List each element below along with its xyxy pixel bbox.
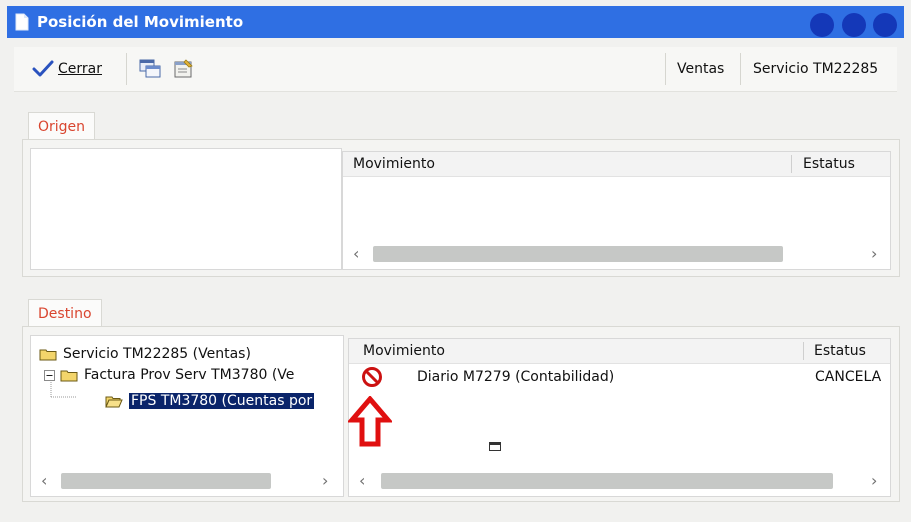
origin-list-hscrollbar[interactable]: ‹ ›	[351, 244, 881, 263]
tab-destination[interactable]: Destino	[28, 299, 102, 328]
folder-icon	[39, 349, 57, 360]
annotation-arrow-icon	[348, 396, 392, 447]
tree-item-label: Servicio TM22285 (Ventas)	[63, 346, 251, 362]
column-header-movement[interactable]: Movimiento	[363, 343, 445, 359]
scrollbar-thumb[interactable]	[373, 246, 783, 262]
checkmark-icon	[32, 60, 54, 77]
row-status: CANCELA	[815, 369, 882, 385]
origin-tree-panel[interactable]	[30, 148, 342, 270]
module-label: Ventas	[677, 61, 725, 77]
destination-list-header: Movimiento Estatus	[349, 339, 890, 364]
column-header-movement[interactable]: Movimiento	[353, 156, 435, 172]
cancelled-icon	[362, 367, 382, 387]
window-list-button[interactable]	[138, 55, 162, 83]
close-button-label: Cerrar	[58, 61, 102, 77]
tree-item-invoice[interactable]: Factura Prov Serv TM3780 (Ve	[44, 365, 294, 385]
tree-item-fps[interactable]: FPS TM3780 (Cuentas por	[105, 391, 316, 411]
scrollbar-thumb[interactable]	[381, 473, 833, 489]
column-separator	[803, 342, 804, 360]
window-title: Posición del Movimiento	[37, 13, 244, 31]
toolbar-separator	[126, 53, 127, 85]
open-folder-icon	[105, 396, 123, 407]
tree-item-label-selected: FPS TM3780 (Cuentas por	[127, 392, 316, 410]
scroll-right-icon[interactable]: ›	[871, 471, 877, 490]
destination-tree-hscrollbar[interactable]: ‹ ›	[39, 471, 335, 490]
reference-label: Servicio TM22285	[753, 61, 879, 77]
scroll-right-icon[interactable]: ›	[322, 471, 328, 490]
table-row[interactable]: Diario M7279 (Contabilidad) CANCELA	[349, 367, 890, 389]
scroll-left-icon[interactable]: ‹	[353, 244, 359, 263]
properties-button[interactable]	[172, 55, 196, 83]
close-button[interactable]: Cerrar	[32, 55, 102, 83]
tree-item-label: Factura Prov Serv TM3780 (Ve	[84, 367, 295, 383]
tree-item-root[interactable]: Servicio TM22285 (Ventas)	[39, 344, 251, 364]
app-window: Posición del Movimiento Cerrar Ventas Se…	[0, 0, 911, 522]
column-separator	[791, 155, 792, 173]
toolbar: Cerrar Ventas Servicio TM22285	[14, 47, 897, 92]
close-window-button[interactable]	[873, 13, 897, 37]
collapse-icon[interactable]	[44, 369, 55, 381]
small-window-icon	[489, 442, 501, 451]
properties-icon	[174, 59, 193, 78]
destination-tree-panel[interactable]: Servicio TM22285 (Ventas) Factura Prov S…	[30, 335, 344, 497]
scroll-right-icon[interactable]: ›	[871, 244, 877, 263]
tab-origin[interactable]: Origen	[28, 112, 96, 141]
minimize-button[interactable]	[810, 13, 834, 37]
column-header-status[interactable]: Estatus	[814, 343, 866, 359]
toolbar-separator	[665, 53, 666, 85]
document-icon	[15, 13, 29, 31]
toolbar-separator	[740, 53, 741, 85]
destination-list-panel[interactable]: Movimiento Estatus Diario M7279 (Contabi…	[348, 338, 891, 497]
scroll-left-icon[interactable]: ‹	[41, 471, 47, 490]
destination-list-hscrollbar[interactable]: ‹ ›	[357, 471, 883, 490]
scrollbar-thumb[interactable]	[61, 473, 271, 489]
origin-list-panel[interactable]: Movimiento Estatus ‹ ›	[342, 151, 891, 270]
row-movement: Diario M7279 (Contabilidad)	[417, 369, 615, 385]
scroll-left-icon[interactable]: ‹	[359, 471, 365, 490]
maximize-button[interactable]	[842, 13, 866, 37]
title-bar[interactable]: Posición del Movimiento	[7, 6, 904, 38]
origin-list-header: Movimiento Estatus	[343, 152, 890, 177]
folder-icon	[60, 370, 78, 381]
column-header-status[interactable]: Estatus	[803, 156, 855, 172]
windows-icon	[139, 59, 161, 78]
